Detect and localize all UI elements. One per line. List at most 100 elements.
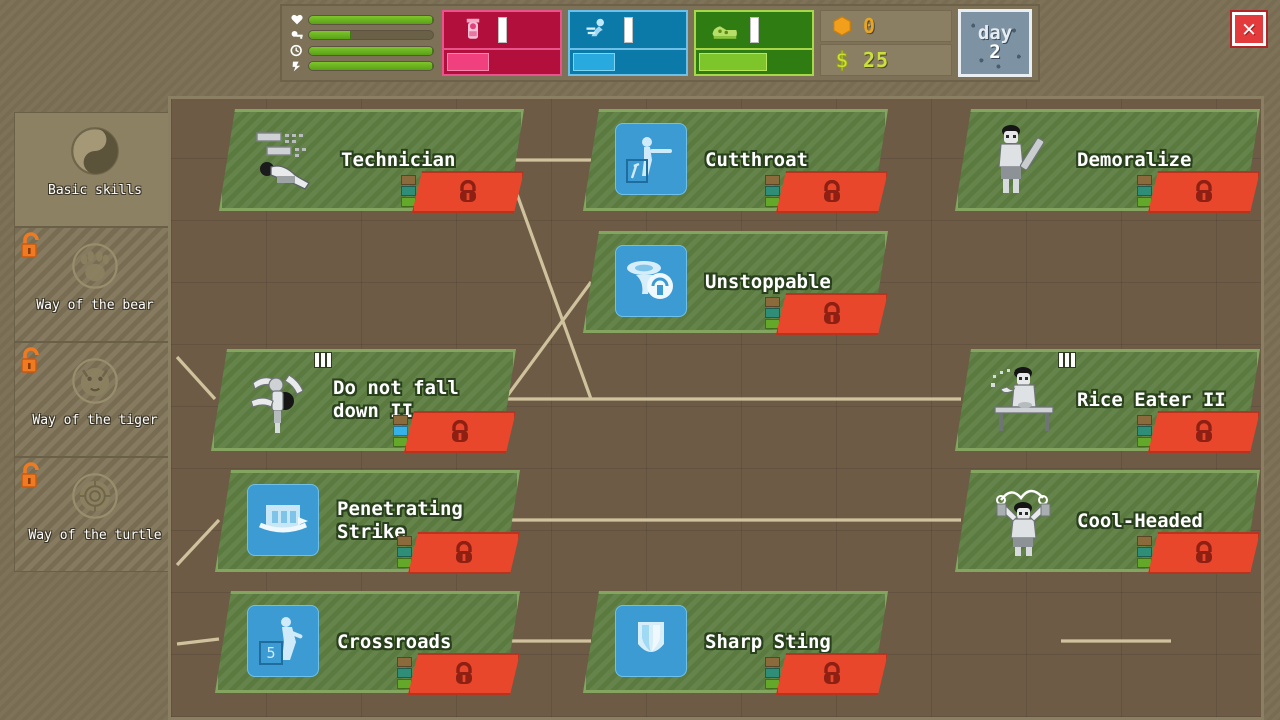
padlock-icon: [821, 180, 843, 204]
padlock-icon: [1193, 420, 1215, 444]
energy-icon: [290, 45, 302, 57]
day-clock[interactable]: day 2: [958, 9, 1032, 77]
open-padlock-icon: [21, 232, 39, 258]
close-button[interactable]: ✕: [1232, 12, 1266, 46]
sidebar-item-way-of-the-turtle[interactable]: Way of the turtle: [14, 457, 176, 572]
energy-bar: [308, 45, 434, 56]
health-bar: [308, 14, 434, 25]
dollar-icon: $: [835, 48, 849, 72]
skill-rank-pips: [1059, 353, 1075, 367]
skill-node-sharp-sting[interactable]: Sharp Sting: [583, 591, 888, 693]
svg-text:$: $: [835, 48, 848, 72]
skill-lock-button[interactable]: [1148, 532, 1260, 574]
lifting-weights-sprite: [996, 489, 1051, 556]
hex-token-icon: [833, 16, 851, 36]
skill-tree-screen: 0 $ 25 day 2 ✕ Basic skills Way of the b…: [0, 0, 1280, 720]
skill-cost: [1137, 175, 1152, 207]
skill-node-rice-eater-2[interactable]: Rice Eater II: [955, 349, 1260, 451]
yin-yang-icon: [71, 127, 119, 175]
padlock-icon: [457, 180, 479, 204]
heart-icon: [291, 14, 303, 25]
padlock-icon: [449, 420, 471, 444]
skill-node-do-not-fall-down-2[interactable]: Do not fall down II: [211, 349, 516, 451]
skill-lock-button[interactable]: [412, 171, 524, 213]
skill-lock-button[interactable]: [408, 532, 520, 574]
punching-bag-icon: [466, 18, 480, 39]
padlock-icon: [453, 541, 475, 565]
svg-text:5: 5: [266, 644, 275, 662]
skill-node-cool-headed[interactable]: Cool-Headed: [955, 470, 1260, 572]
category-sidebar: Basic skills Way of the bear Way of the …: [14, 112, 176, 572]
skill-icon-frame: 5: [247, 605, 319, 677]
skill-icon-frame: [615, 123, 687, 195]
vital-stamina: [290, 29, 434, 42]
morale-icon: [292, 61, 301, 72]
stat-agility[interactable]: [568, 10, 688, 76]
sidebar-item-label: Basic skills: [48, 183, 142, 198]
skill-lock-button[interactable]: [404, 411, 516, 453]
tornado-shield-icon: [627, 261, 673, 299]
sidebar-item-way-of-the-tiger[interactable]: Way of the tiger: [14, 342, 176, 457]
open-padlock-icon: [21, 462, 39, 488]
skill-cost: [401, 175, 416, 207]
skill-cost: [1137, 536, 1152, 568]
skill-node-crossroads[interactable]: 5 Crossroads: [215, 591, 520, 693]
sidebar-item-label: Way of the bear: [36, 298, 154, 313]
endurance-tick: [750, 16, 759, 43]
skill-tree-panel: Technician Cutthroat Demoralize Unstoppa…: [168, 96, 1264, 720]
skill-node-technician[interactable]: Technician: [219, 109, 524, 211]
sidebar-item-way-of-the-bear[interactable]: Way of the bear: [14, 227, 176, 342]
sneakers-icon: [712, 26, 737, 39]
handstand-sprite: [250, 374, 304, 433]
vital-energy: [290, 44, 434, 57]
skill-points-row: 0: [820, 10, 952, 42]
currency-group: 0 $ 25: [820, 10, 952, 76]
skill-cost: [1137, 415, 1152, 447]
speed-runner-icon: [586, 18, 604, 37]
sting-shield-icon: [638, 622, 664, 652]
skill-cost: [397, 536, 412, 568]
morale-bar: [308, 61, 434, 72]
sidebar-item-label: Way of the tiger: [32, 413, 158, 428]
stat-endurance[interactable]: [694, 10, 814, 76]
skill-rank-pips: [315, 353, 331, 367]
breaking-boards-sprite: [256, 132, 310, 190]
vital-health: [290, 13, 434, 26]
money-row: $ 25: [820, 44, 952, 76]
skill-lock-button[interactable]: [1148, 411, 1260, 453]
skill-cost: [765, 175, 780, 207]
hud-bar: 0 $ 25 day 2: [280, 4, 1040, 82]
fighter-with-bat-sprite: [998, 125, 1045, 193]
skill-cost: [765, 297, 780, 329]
skill-node-cutthroat[interactable]: Cutthroat: [583, 109, 888, 211]
skill-cost: [397, 657, 412, 689]
money-value: 25: [863, 48, 890, 72]
skill-lock-button[interactable]: [776, 653, 888, 695]
strength-tick: [498, 16, 507, 43]
turtle-shell-icon: [72, 473, 118, 519]
padlock-icon: [1193, 180, 1215, 204]
skill-node-unstoppable[interactable]: Unstoppable: [583, 231, 888, 333]
stat-strength[interactable]: [442, 10, 562, 76]
skill-cost: [765, 657, 780, 689]
agility-tick: [624, 16, 633, 43]
padlock-icon: [821, 302, 843, 326]
skill-node-demoralize[interactable]: Demoralize: [955, 109, 1260, 211]
skill-points-value: 0: [863, 14, 877, 38]
stamina-icon: [291, 30, 303, 39]
skill-lock-button[interactable]: [1148, 171, 1260, 213]
skill-lock-button[interactable]: [776, 293, 888, 335]
close-icon: ✕: [1242, 15, 1256, 42]
crossroads-sign-icon: 5: [259, 617, 303, 665]
skill-cost: [393, 415, 408, 447]
skill-lock-button[interactable]: [776, 171, 888, 213]
open-padlock-icon: [21, 347, 39, 373]
skill-lock-button[interactable]: [408, 653, 520, 695]
skill-icon-frame: [615, 605, 687, 677]
sidebar-item-label: Way of the turtle: [28, 528, 162, 543]
eating-at-table-sprite: [991, 367, 1054, 431]
skill-icon-frame: [247, 484, 319, 556]
vitals-group: [288, 10, 436, 76]
sidebar-item-basic-skills[interactable]: Basic skills: [14, 112, 176, 227]
skill-node-penetrating-strike[interactable]: Penetrating Strike: [215, 470, 520, 572]
